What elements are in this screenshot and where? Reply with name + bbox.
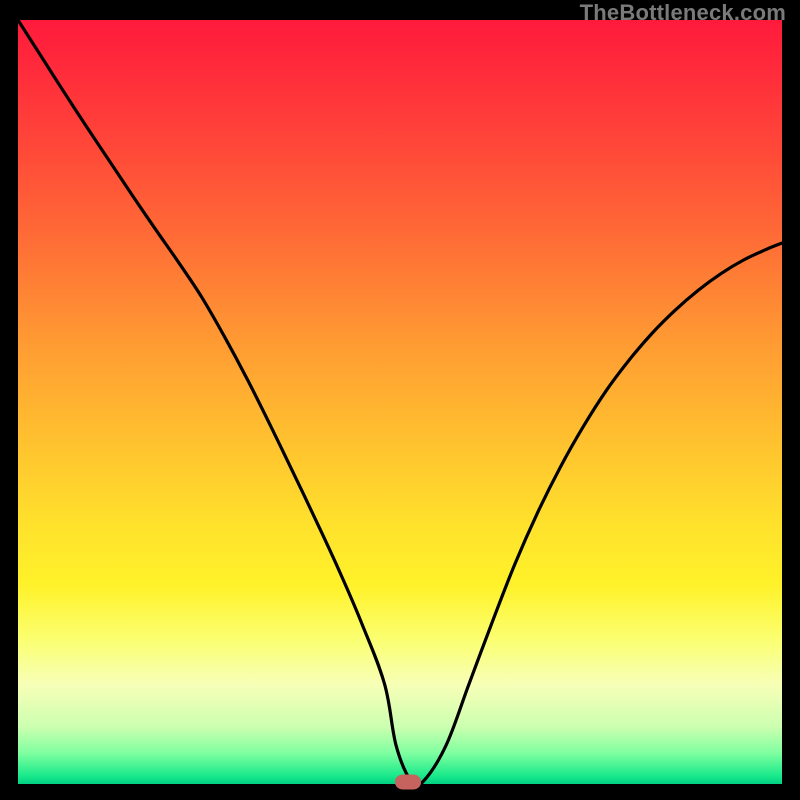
bottleneck-curve	[18, 20, 782, 784]
attribution-text: TheBottleneck.com	[580, 0, 786, 26]
optimum-marker	[395, 774, 421, 789]
chart-frame: TheBottleneck.com	[0, 0, 800, 800]
chart-plot-area	[18, 20, 782, 784]
